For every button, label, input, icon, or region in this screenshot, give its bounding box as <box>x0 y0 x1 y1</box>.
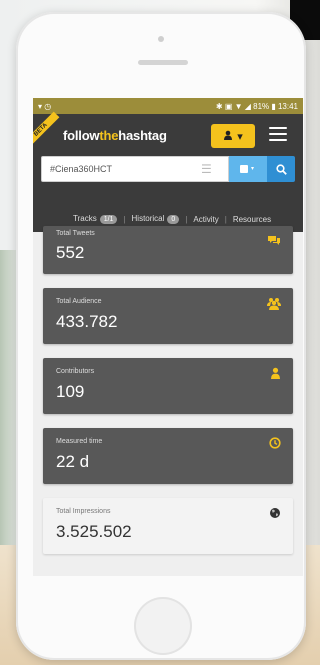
users-icon <box>267 297 281 313</box>
logo-word-hashtag: hashtag <box>118 128 167 143</box>
tab-label: Activity <box>193 214 219 224</box>
app-header: BETA followthehashtag ▾ ☰ Tracks1/1 | <box>33 111 303 232</box>
stat-card-total-audience[interactable]: Total Audience 433.782 <box>43 288 293 344</box>
tab-divider: | <box>224 214 227 224</box>
stat-card-total-impressions[interactable]: Total Impressions 3.525.502 <box>43 498 293 554</box>
logo-word-follow: follow <box>63 128 100 143</box>
tab-historical[interactable]: Historical 0 <box>132 214 180 224</box>
settings-toggle-button[interactable] <box>229 156 267 182</box>
phone-screen: ▾ ◷ ✱ ▣ ▼ ◢ 81% ▮ 13:41 BETA followtheha… <box>33 98 303 576</box>
menu-bar-icon <box>269 139 287 141</box>
comments-icon <box>267 235 281 250</box>
chevron-down-icon: ▾ <box>237 130 243 143</box>
logo-word-the: the <box>99 128 119 143</box>
stat-card-measured-time[interactable]: Measured time 22 d <box>43 428 293 484</box>
tab-activity[interactable]: Activity <box>193 215 218 224</box>
tab-label: Tracks <box>73 214 97 223</box>
tab-divider: | <box>185 214 188 224</box>
tab-bar: Tracks 1/1 | Historical 0 | Activity | Res… <box>73 214 271 224</box>
stat-value: 552 <box>56 243 85 262</box>
stat-value: 109 <box>56 382 85 401</box>
tab-resources[interactable]: Resources <box>233 215 271 224</box>
app-logo[interactable]: followthehashtag <box>63 128 167 143</box>
status-bar: ▾ ◷ ✱ ▣ ▼ ◢ 81% ▮ 13:41 <box>33 98 303 114</box>
stats-list: Total Tweets 552 Total Audience 433.782 … <box>43 226 293 568</box>
stat-value: 433.782 <box>56 312 118 331</box>
tab-label: Historical <box>131 214 165 223</box>
status-right-info: ✱ ▣ ▼ ◢ 81% ▮ 13:41 <box>215 101 298 111</box>
hamburger-menu-button[interactable] <box>269 127 287 141</box>
stat-label: Total Tweets <box>56 230 95 237</box>
user-menu-button[interactable]: ▾ <box>211 124 255 148</box>
stat-card-contributors[interactable]: Contributors 109 <box>43 358 293 414</box>
list-icon[interactable]: ☰ <box>201 162 212 176</box>
stat-value: 3.525.502 <box>56 522 132 541</box>
menu-bar-icon <box>269 133 287 135</box>
stat-card-total-tweets[interactable]: Total Tweets 552 <box>43 226 293 274</box>
tab-badge: 0 <box>167 215 180 224</box>
globe-icon <box>269 507 281 522</box>
user-icon <box>223 130 233 143</box>
user-icon <box>270 367 281 382</box>
search-bar: ☰ <box>41 156 295 182</box>
home-button[interactable] <box>134 597 192 655</box>
menu-bar-icon <box>269 127 287 129</box>
stat-value: 22 d <box>56 452 90 471</box>
settings-toggle-icon <box>240 165 254 173</box>
status-left-icons: ▾ ◷ <box>38 101 52 111</box>
front-camera <box>158 36 164 42</box>
earpiece-speaker <box>138 60 188 65</box>
search-icon <box>275 163 287 175</box>
tab-tracks[interactable]: Tracks 1/1 <box>73 214 118 224</box>
stat-label: Contributors <box>56 368 95 375</box>
tab-label: Resources <box>232 214 272 224</box>
stat-label: Total Audience <box>56 298 102 305</box>
search-button[interactable] <box>267 156 295 182</box>
stat-label: Measured time <box>56 438 103 445</box>
beta-ribbon: BETA <box>33 111 60 149</box>
clock-icon <box>269 437 281 452</box>
tab-divider: | <box>123 214 126 224</box>
tab-badge: 1/1 <box>99 215 118 224</box>
background-plant <box>0 250 16 550</box>
stat-label: Total Impressions <box>56 508 111 515</box>
